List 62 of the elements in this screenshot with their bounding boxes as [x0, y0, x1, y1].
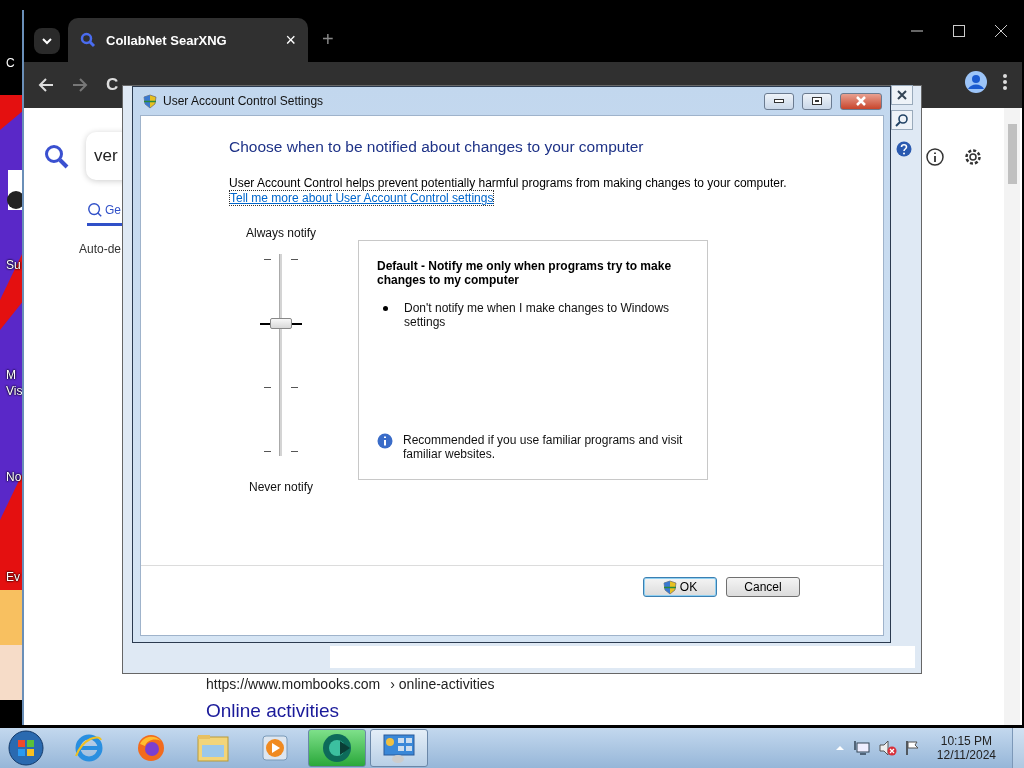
toolbar-partial-text: C: [106, 75, 119, 95]
browser-tab[interactable]: CollabNet SearXNG ×: [68, 18, 308, 62]
user-avatar-icon[interactable]: [964, 70, 988, 94]
desktop-icon-label: C: [6, 56, 15, 70]
slider-bottom-label: Never notify: [249, 480, 313, 494]
forward-arrow-icon[interactable]: [72, 77, 88, 93]
back-arrow-icon[interactable]: [38, 77, 54, 93]
help-link[interactable]: Tell me more about User Account Control settings: [229, 190, 495, 206]
shield-icon: [662, 579, 677, 595]
start-button[interactable]: [6, 729, 46, 767]
slider-thumb[interactable]: [270, 317, 292, 329]
ok-button[interactable]: OK: [643, 577, 717, 597]
close-tab-button[interactable]: ×: [285, 29, 296, 51]
round-app-icon[interactable]: [320, 731, 354, 765]
new-tab-button[interactable]: +: [316, 27, 340, 52]
scrollbar[interactable]: [1004, 108, 1020, 725]
close-icon: [896, 90, 908, 100]
network-icon[interactable]: [852, 740, 871, 756]
muted-speaker-icon[interactable]: [878, 740, 897, 756]
maximize-button[interactable]: [802, 92, 832, 110]
search-icon: [87, 201, 103, 218]
slider-top-label: Always notify: [246, 226, 316, 240]
shield-icon: [143, 93, 157, 109]
result-title-link[interactable]: Online activities: [206, 700, 340, 722]
settings-gear-icon[interactable]: [963, 147, 983, 167]
info-icon: [377, 433, 393, 449]
more-menu-icon[interactable]: [1002, 73, 1008, 91]
chevron-down-icon: [42, 37, 52, 45]
minimize-button[interactable]: [764, 92, 794, 110]
maximize-icon: [812, 97, 822, 105]
flag-icon[interactable]: [904, 740, 921, 756]
result-url: https://www.mombooks.com: [206, 676, 381, 692]
dialog-heading: Choose when to be notified about changes to your computer: [229, 138, 645, 156]
control-panel-icon[interactable]: [382, 732, 416, 764]
window-title: User Account Control Settings: [163, 94, 325, 108]
close-button[interactable]: [891, 85, 913, 105]
desktop-icon-label: Ev: [6, 570, 20, 584]
search-icon[interactable]: [44, 144, 70, 170]
close-icon: [855, 96, 867, 106]
close-button[interactable]: [840, 92, 882, 110]
desktop-icon-label: No: [6, 470, 22, 484]
bullet-icon: [383, 306, 388, 311]
minimize-icon: [774, 99, 784, 103]
info-icon[interactable]: [926, 148, 944, 166]
help-icon[interactable]: [896, 141, 912, 157]
recommendation-text: Recommended if you use familiar programs and visit familiar websites.: [403, 433, 684, 461]
setting-text: Auto-de: [79, 242, 122, 256]
search-button[interactable]: [891, 110, 913, 130]
firefox-icon[interactable]: [135, 732, 167, 764]
search-icon: [895, 113, 909, 127]
bullet-text: Don't notify me when I make changes to Windows settings: [404, 301, 671, 329]
desktop-icon-label: Vis: [6, 384, 23, 398]
description-text: User Account Control helps prevent potentially harmful programs from making changes to your computer.: [229, 176, 788, 190]
result-path: › online-activities: [390, 676, 495, 692]
tab-list-button[interactable]: [34, 28, 60, 54]
close-icon[interactable]: [994, 24, 1008, 38]
cancel-button[interactable]: Cancel: [726, 577, 800, 597]
clock[interactable]: 10:15 PM 12/11/2024: [928, 734, 1004, 762]
maximize-icon[interactable]: [952, 24, 966, 38]
desktop-icon-label: M: [6, 368, 16, 382]
setting-title: Default - Notify me only when programs try to make changes to my computer: [377, 259, 673, 287]
search-icon: [80, 32, 96, 48]
